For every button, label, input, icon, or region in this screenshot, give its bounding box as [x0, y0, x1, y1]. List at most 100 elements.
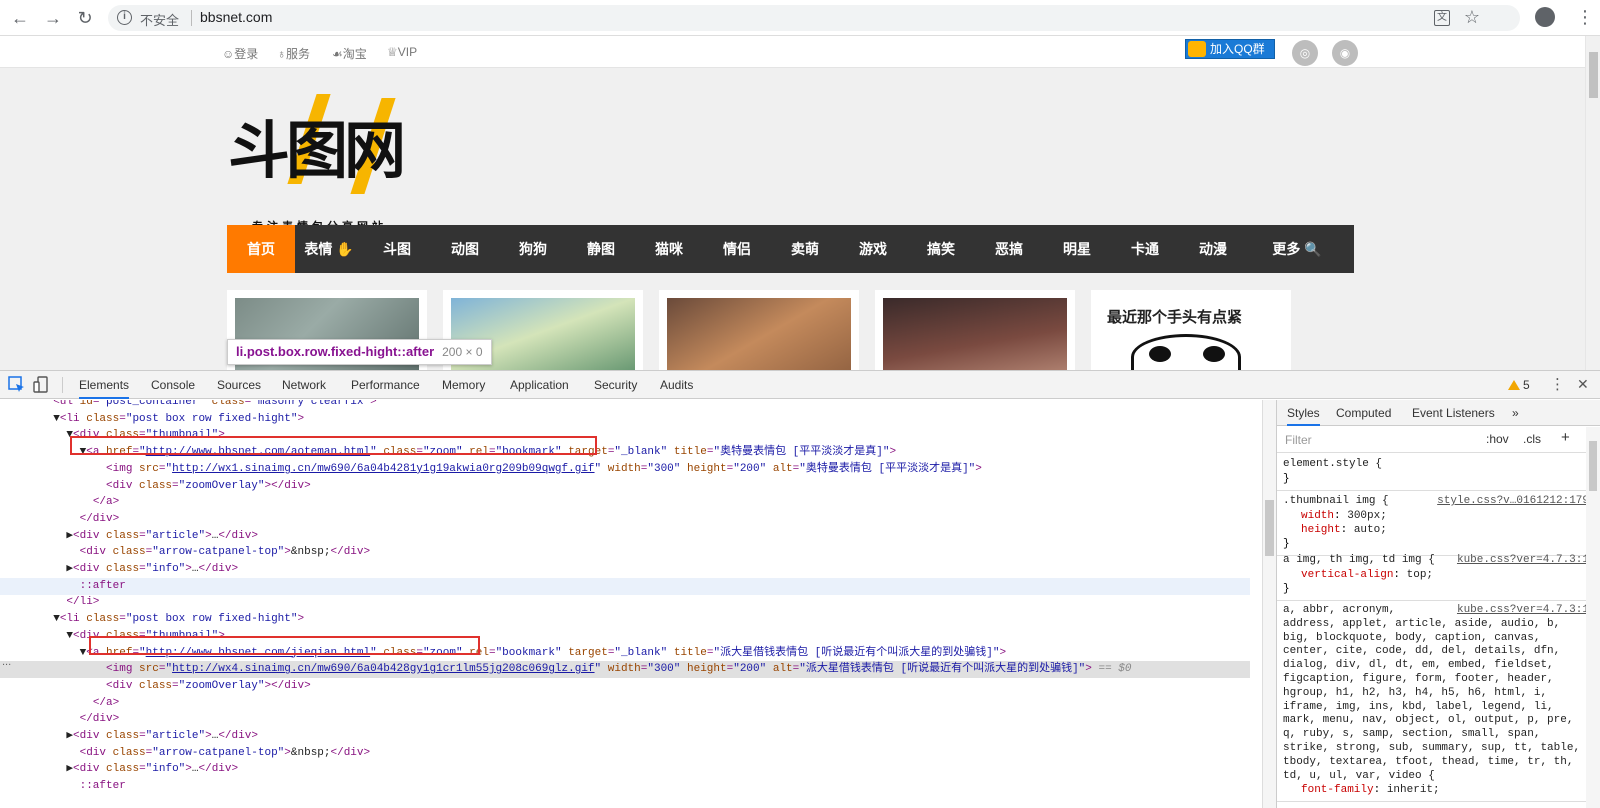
cls-button[interactable]: .cls — [1523, 432, 1541, 446]
back-arrow-icon[interactable]: ← — [9, 7, 31, 29]
join-qq-group-button[interactable]: 加入QQ群 — [1185, 39, 1275, 59]
css-property[interactable]: font-family: inherit; — [1283, 783, 1589, 797]
styles-filter-input[interactable]: Filter — [1281, 431, 1477, 449]
tabs-overflow-icon[interactable]: » — [1512, 400, 1519, 426]
dom-node-line[interactable]: ▼<li class="post box row fixed-hight"> — [0, 611, 1250, 628]
dom-node-line[interactable]: <div class="arrow-catpanel-top">&nbsp;</… — [0, 745, 1250, 762]
info-icon[interactable]: i — [117, 10, 132, 25]
tab-application[interactable]: Application — [510, 371, 569, 399]
dom-node-line[interactable]: ▶<div class="article">…</div> — [0, 728, 1250, 745]
site-logo[interactable]: 斗图网 专注表情包分享网站 — [228, 94, 418, 233]
post-card[interactable]: 最近那个手头有点紧 — [1091, 290, 1291, 370]
rule-source-link[interactable]: kube.css?ver=4.7.3:1 — [1457, 604, 1589, 616]
tab-memory[interactable]: Memory — [442, 371, 485, 399]
css-rule[interactable]: a img, th img, td img {kube.css?ver=4.7.… — [1277, 550, 1595, 601]
css-property[interactable]: height: auto; — [1283, 523, 1589, 537]
dom-node-line[interactable]: ▼<li class="post box row fixed-hight"> — [0, 411, 1250, 428]
nav-cute[interactable]: 卖萌 — [771, 225, 839, 273]
nav-gif[interactable]: 动图 — [431, 225, 499, 273]
dom-node-line[interactable]: </div> — [0, 511, 1250, 528]
css-rule[interactable]: element.style {} — [1277, 454, 1595, 491]
dom-node-line[interactable]: <img src="http://wx1.sinaimg.cn/mw690/6a… — [0, 461, 1250, 478]
close-icon[interactable]: ✕ — [1577, 376, 1589, 393]
dom-node-line[interactable]: <div class="arrow-catpanel-top">&nbsp;</… — [0, 544, 1250, 561]
reload-icon[interactable]: ↻ — [74, 7, 96, 29]
rule-source-link[interactable]: style.css?v…0161212:179 — [1437, 495, 1589, 507]
css-property[interactable]: width: 300px; — [1283, 509, 1589, 523]
post-title[interactable]: 最近那个手头有点紧 — [1107, 306, 1242, 327]
elements-scrollbar-thumb[interactable] — [1265, 500, 1274, 556]
post-card[interactable] — [659, 290, 859, 370]
bookmark-star-icon[interactable]: ☆ — [1464, 7, 1480, 28]
dom-node-line[interactable]: ▶<div class="info">…</div> — [0, 561, 1250, 578]
post-thumbnail[interactable] — [883, 298, 1067, 370]
nav-more[interactable]: 更多 🔍 — [1247, 225, 1347, 273]
tab-sources[interactable]: Sources — [217, 371, 261, 399]
post-card[interactable] — [875, 290, 1075, 370]
browser-menu-icon[interactable]: ⋮ — [1576, 6, 1594, 28]
account-avatar-icon[interactable] — [1535, 7, 1555, 27]
translate-icon[interactable]: 文 — [1434, 10, 1450, 26]
nav-doutu[interactable]: 斗图 — [363, 225, 431, 273]
dom-node-line[interactable]: ::after — [0, 577, 1250, 595]
taobao-link[interactable]: ☙淘宝 — [332, 45, 367, 62]
css-rule[interactable]: a, abbr, acronym, address, applet, artic… — [1277, 600, 1595, 803]
nav-dogs[interactable]: 狗狗 — [499, 225, 567, 273]
forward-arrow-icon[interactable]: → — [42, 7, 64, 29]
dom-node-line[interactable]: <img src="http://wx4.sinaimg.cn/mw690/6a… — [0, 661, 1250, 679]
dom-node-line[interactable]: ::after — [0, 778, 1250, 795]
tab-security[interactable]: Security — [594, 371, 637, 399]
vip-link[interactable]: ♕VIP — [387, 45, 417, 59]
tab-event-listeners[interactable]: Event Listeners — [1412, 400, 1495, 426]
dom-node-line[interactable]: ▶<div class="article">…</div> — [0, 528, 1250, 545]
nav-anime[interactable]: 动漫 — [1179, 225, 1247, 273]
warnings-counter[interactable]: 5 — [1508, 378, 1530, 392]
page-scrollbar-thumb[interactable] — [1589, 52, 1598, 98]
dom-node-line[interactable]: <div class="zoomOverlay"></div> — [0, 478, 1250, 495]
elements-scrollbar[interactable] — [1262, 400, 1276, 808]
dom-node-line[interactable]: <div class="zoomOverlay"></div> — [0, 678, 1250, 695]
css-property[interactable]: vertical-align: top; — [1283, 568, 1589, 582]
address-bar[interactable]: i 不安全 bbsnet.com 文 ☆ — [108, 5, 1520, 31]
nav-prank[interactable]: 恶搞 — [975, 225, 1043, 273]
styles-scrollbar[interactable] — [1586, 427, 1600, 808]
tab-performance[interactable]: Performance — [351, 371, 420, 399]
hov-button[interactable]: :hov — [1486, 432, 1509, 446]
devtools-menu-icon[interactable]: ⋮ — [1550, 375, 1565, 393]
login-link[interactable]: ☺登录 — [222, 45, 258, 62]
tab-styles[interactable]: Styles — [1287, 400, 1320, 426]
nav-couples[interactable]: 情侣 — [703, 225, 771, 273]
nav-stars[interactable]: 明星 — [1043, 225, 1111, 273]
nav-static[interactable]: 静图 — [567, 225, 635, 273]
tab-console[interactable]: Console — [151, 371, 195, 399]
url-text[interactable]: bbsnet.com — [200, 9, 272, 25]
tab-network[interactable]: Network — [282, 371, 326, 399]
dom-node-line[interactable]: </a> — [0, 695, 1250, 712]
tab-elements[interactable]: Elements — [79, 371, 130, 399]
elements-tree[interactable]: <ul id="post_container" class="masonry c… — [0, 400, 1262, 808]
rule-source-link[interactable]: kube.css?ver=4.7.3:1 — [1457, 554, 1589, 566]
dom-node-line[interactable]: </div> — [0, 711, 1250, 728]
nav-games[interactable]: 游戏 — [839, 225, 907, 273]
dom-node-line[interactable]: ▶<div class="info">…</div> — [0, 761, 1250, 778]
resource-link[interactable]: http://wx4.sinaimg.cn/mw690/6a04b428gy1g… — [172, 663, 594, 675]
new-rule-button[interactable]: + — [1561, 429, 1570, 446]
dom-node-line[interactable]: </a> — [0, 494, 1250, 511]
styles-scrollbar-thumb[interactable] — [1589, 441, 1597, 491]
dom-node-line[interactable]: </li> — [0, 594, 1250, 611]
rss-icon[interactable]: ◉ — [1332, 40, 1358, 66]
inspect-element-icon[interactable] — [8, 376, 26, 394]
nav-cats[interactable]: 猫咪 — [635, 225, 703, 273]
dom-node-line[interactable]: <ul id="post_container" class="masonry c… — [0, 400, 1250, 411]
weibo-icon[interactable]: ◎ — [1292, 40, 1318, 66]
nav-emoji[interactable]: 表情 ✋ — [295, 225, 363, 273]
device-toolbar-icon[interactable] — [33, 376, 51, 394]
service-link[interactable]: ♁服务 — [277, 45, 310, 62]
nav-cartoon[interactable]: 卡通 — [1111, 225, 1179, 273]
nav-home[interactable]: 首页 — [227, 225, 295, 273]
tab-computed[interactable]: Computed — [1336, 400, 1391, 426]
nav-funny[interactable]: 搞笑 — [907, 225, 975, 273]
resource-link[interactable]: http://wx1.sinaimg.cn/mw690/6a04b4281y1g… — [172, 463, 594, 475]
post-thumbnail[interactable] — [667, 298, 851, 370]
page-scrollbar[interactable] — [1585, 36, 1600, 370]
